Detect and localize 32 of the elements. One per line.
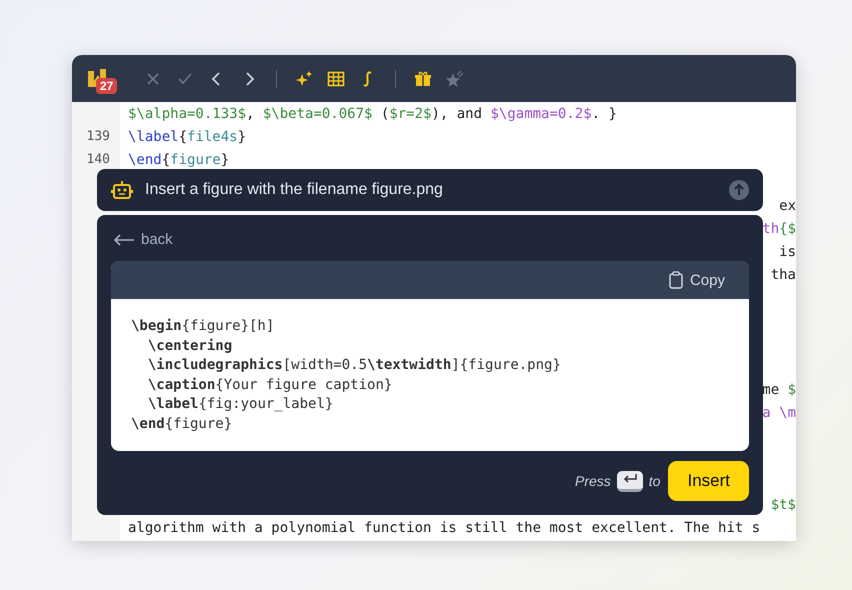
table-icon[interactable] xyxy=(327,70,345,88)
code-line: \caption{Your figure caption} xyxy=(146,376,394,395)
sparkles-icon[interactable] xyxy=(295,70,313,88)
copy-button[interactable]: Copy xyxy=(662,270,731,290)
back-button[interactable]: back xyxy=(111,229,175,250)
code-line: me $ xyxy=(762,382,796,398)
code-line: $t$ xyxy=(770,496,796,512)
code-line: algorithm with a polynomial function is still the most excellent. The hit s xyxy=(128,520,760,536)
code-line: \label{fig:your_label} xyxy=(146,395,334,414)
code-line: tha xyxy=(770,266,796,282)
code-line: \label{file4s} xyxy=(128,128,246,144)
clipboard-icon xyxy=(668,271,683,289)
code-line: $\alpha=0.133$, $\beta=0.067$ ($r=2$), and $\gamma=0.2$. } xyxy=(128,106,617,122)
left-arrow-icon xyxy=(113,234,135,246)
notification-badge: 27 xyxy=(96,78,118,94)
gift-icon[interactable] xyxy=(414,70,432,88)
line-number: 139 xyxy=(86,129,110,144)
code-line: \begin{figure}[h] xyxy=(131,317,276,336)
code-line: \end{figure} xyxy=(131,414,234,434)
to-label: to xyxy=(648,473,660,489)
code-line: \centering xyxy=(146,336,234,356)
robot-icon xyxy=(111,179,133,201)
code-line: is xyxy=(779,244,796,260)
insert-button[interactable]: Insert xyxy=(668,461,749,501)
code-line: th{$ xyxy=(762,220,796,236)
press-label: Press xyxy=(574,473,611,489)
code-line: \includegraphics[width=0.5\textwidth]{figure.png} xyxy=(146,356,562,376)
code-line: ex xyxy=(779,198,796,214)
enter-key-icon xyxy=(616,470,643,492)
code-line: \end{figure} xyxy=(128,152,230,168)
line-number: 140 xyxy=(86,152,110,167)
code-line: a \m xyxy=(762,404,796,420)
